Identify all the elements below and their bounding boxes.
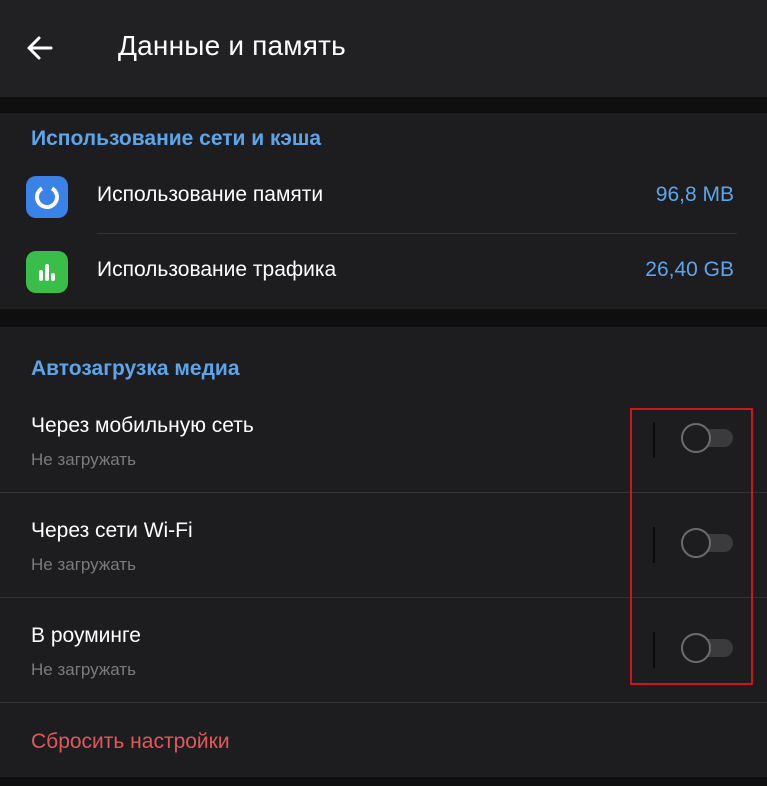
autodownload-roaming-subtitle: Не загружать: [31, 660, 136, 679]
autodownload-mobile-title: Через мобильную сеть: [31, 414, 254, 437]
divider: [0, 702, 767, 703]
page-title: Данные и память: [118, 30, 346, 61]
autodownload-roaming-title: В роуминге: [31, 624, 141, 647]
back-button[interactable]: [20, 28, 60, 68]
top-app-bar: Данные и память: [0, 0, 767, 97]
storage-usage-value: 96,8 MB: [655, 183, 734, 206]
autodownload-wifi-title: Через сети Wi-Fi: [31, 519, 193, 542]
storage-usage-icon: [26, 176, 68, 218]
divider: [97, 233, 737, 234]
network-cache-section: Использование сети и кэша Использование …: [0, 113, 767, 309]
traffic-usage-row[interactable]: Использование трафика 26,40 GB: [0, 243, 767, 309]
reset-settings-button[interactable]: Сбросить настройки: [31, 730, 230, 754]
network-cache-section-title: Использование сети и кэша: [31, 127, 322, 150]
annotation-highlight-box: [630, 408, 753, 685]
arrow-back-icon: [27, 36, 53, 60]
storage-usage-row[interactable]: Использование памяти 96,8 MB: [0, 168, 767, 234]
autodownload-mobile-subtitle: Не загружать: [31, 450, 136, 469]
media-autodownload-section-title: Автозагрузка медиа: [31, 357, 240, 380]
traffic-usage-value: 26,40 GB: [645, 258, 734, 281]
autodownload-wifi-subtitle: Не загружать: [31, 555, 136, 574]
traffic-usage-icon: [26, 251, 68, 293]
traffic-usage-label: Использование трафика: [97, 258, 337, 281]
app-screen: Данные и память Использование сети и кэш…: [0, 0, 767, 786]
storage-usage-label: Использование памяти: [97, 183, 324, 206]
